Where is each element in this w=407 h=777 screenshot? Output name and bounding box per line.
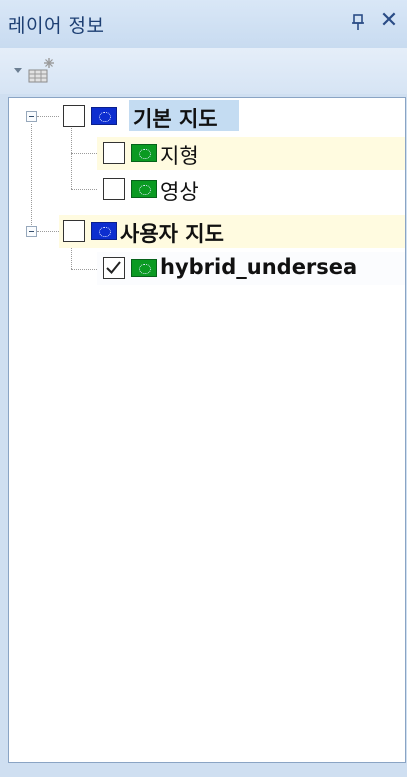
- check-icon: [106, 261, 121, 274]
- dropdown-arrow-icon[interactable]: [14, 68, 22, 73]
- panel-title: 레이어 정보: [8, 15, 105, 37]
- tree-group-label: 기본 지도: [133, 107, 218, 131]
- green-globe-icon: [131, 180, 157, 198]
- layer-visibility-checkbox[interactable]: [103, 142, 125, 164]
- group-visibility-checkbox[interactable]: [63, 220, 85, 242]
- collapse-toggle-icon[interactable]: [26, 226, 37, 237]
- layer-visibility-checkbox[interactable]: [103, 178, 125, 200]
- green-globe-icon: [131, 259, 157, 277]
- green-globe-icon: [131, 144, 157, 162]
- tree-layer-terrain[interactable]: 지형: [9, 137, 405, 170]
- tree-group-label: 사용자 지도: [120, 222, 224, 246]
- tree-layer-label: 지형: [160, 144, 199, 168]
- tree-layer-label: 영상: [160, 180, 199, 204]
- group-visibility-checkbox[interactable]: [63, 105, 85, 127]
- blue-globe-icon: [91, 107, 117, 125]
- collapse-toggle-icon[interactable]: [26, 111, 37, 122]
- layer-tree: 기본 지도 지형 영상 사용자 지도 hybrid_undersea: [8, 97, 406, 763]
- layer-visibility-checkbox[interactable]: [103, 257, 125, 279]
- blue-globe-icon: [91, 222, 117, 240]
- tree-layer-imagery[interactable]: 영상: [9, 173, 405, 206]
- pin-icon[interactable]: [350, 12, 366, 32]
- panel-title-bar: 레이어 정보 ✕: [0, 0, 407, 48]
- close-icon[interactable]: ✕: [378, 10, 400, 32]
- tree-group-basic-map[interactable]: 기본 지도: [9, 100, 405, 133]
- layer-sparkle-icon[interactable]: [25, 54, 57, 86]
- tree-layer-hybrid-undersea[interactable]: hybrid_undersea: [9, 252, 405, 285]
- tree-layer-label: hybrid_undersea: [160, 255, 358, 279]
- layer-info-panel: 레이어 정보 ✕ 기본 지도 지형 영상 사용자 지도 hybrid_under…: [0, 0, 407, 777]
- tree-group-user-map[interactable]: 사용자 지도: [9, 215, 405, 248]
- panel-toolbar: [0, 48, 407, 94]
